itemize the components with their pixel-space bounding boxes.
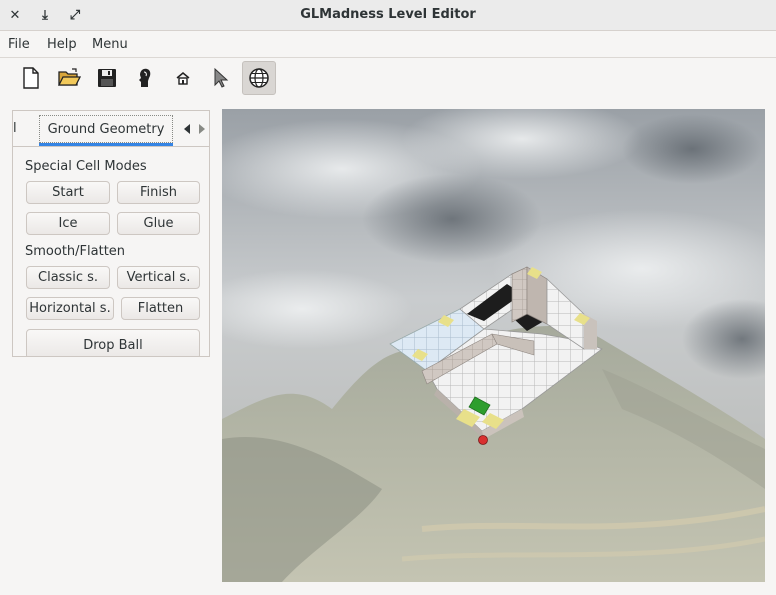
head-profile-icon <box>139 68 151 87</box>
tab-clipped[interactable]: l <box>13 121 17 136</box>
home-button[interactable] <box>166 61 200 95</box>
dark-cloud <box>622 114 762 184</box>
menu-help[interactable]: Help <box>47 37 77 52</box>
new-level-button[interactable] <box>14 61 48 95</box>
glue-button[interactable]: Glue <box>117 212 200 235</box>
toolbar <box>0 58 776 100</box>
window-title: GLMadness Level Editor <box>300 7 476 22</box>
classic-smooth-button[interactable]: Classic s. <box>26 266 110 289</box>
home-icon <box>176 72 190 85</box>
tab-strip: l Ground Geometry <box>13 111 209 147</box>
tool-panel: l Ground Geometry Special Cell Modes Sta… <box>12 110 210 357</box>
horizontal-smooth-button[interactable]: Horizontal s. <box>26 297 114 320</box>
tab-scroll-left-icon[interactable] <box>183 123 191 135</box>
vertical-smooth-button[interactable]: Vertical s. <box>117 266 200 289</box>
tab-ground-geometry[interactable]: Ground Geometry <box>39 115 173 143</box>
globe-icon <box>249 68 269 88</box>
new-file-icon <box>23 67 39 89</box>
title-bar: ✕ ⤓ ⤢ GLMadness Level Editor <box>0 0 776 31</box>
menu-file[interactable]: File <box>8 37 30 52</box>
pointer-arrow-icon <box>214 67 229 88</box>
scene-render[interactable] <box>222 109 765 582</box>
flatten-button[interactable]: Flatten <box>121 297 200 320</box>
raised-wall <box>511 266 528 323</box>
ice-button[interactable]: Ice <box>26 212 110 235</box>
menu-menu[interactable]: Menu <box>92 37 128 52</box>
ball <box>478 435 488 445</box>
save-disk-icon <box>98 69 116 87</box>
smooth-flatten-label: Smooth/Flatten <box>25 244 126 259</box>
save-level-button[interactable] <box>90 61 124 95</box>
tab-active-indicator <box>39 143 173 146</box>
open-level-button[interactable] <box>52 61 86 95</box>
tab-label: Ground Geometry <box>47 121 165 137</box>
profile-button[interactable] <box>128 61 162 95</box>
globe-view-button[interactable] <box>242 61 276 95</box>
open-folder-icon <box>57 68 81 86</box>
drop-ball-button[interactable]: Drop Ball <box>26 329 200 356</box>
tab-scroll-right-icon[interactable] <box>198 123 206 135</box>
level-viewport[interactable] <box>222 109 765 582</box>
select-tool-button[interactable] <box>204 61 238 95</box>
menu-bar: File Help Menu <box>0 31 776 58</box>
dark-cloud <box>362 174 542 264</box>
finish-button[interactable]: Finish <box>117 181 200 204</box>
start-button[interactable]: Start <box>26 181 110 204</box>
special-cell-modes-label: Special Cell Modes <box>25 159 147 174</box>
